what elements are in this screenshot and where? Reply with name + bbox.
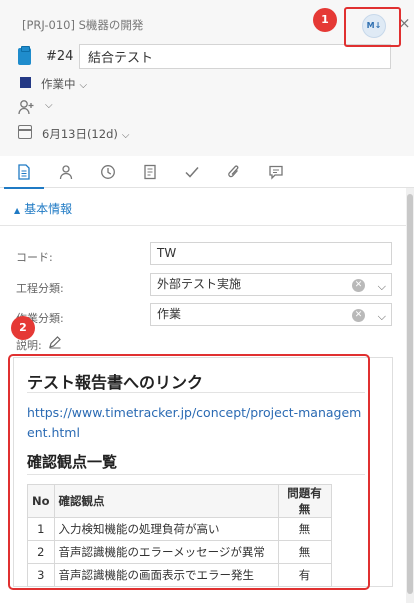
tab-comments[interactable] <box>256 156 296 188</box>
callout-box-2 <box>8 354 370 590</box>
paperclip-icon <box>228 165 239 178</box>
section-toggle-basic-info[interactable]: ▲ 基本情報 <box>14 200 72 217</box>
task-name-input[interactable] <box>79 44 391 69</box>
check-icon <box>185 167 199 178</box>
task-clipboard-icon <box>18 46 31 65</box>
section-divider <box>0 225 406 226</box>
task-number: #24 <box>46 49 74 64</box>
tab-notes[interactable] <box>130 156 170 188</box>
calendar-icon <box>18 125 32 139</box>
process-value: 外部テスト実施 <box>157 277 242 291</box>
process-select[interactable]: 外部テスト実施 ✕ ⌵ <box>150 273 392 296</box>
work-select[interactable]: 作業 ✕ ⌵ <box>150 303 392 326</box>
code-value: TW <box>157 246 177 260</box>
section-title: 基本情報 <box>24 202 73 216</box>
notes-icon <box>144 164 156 180</box>
clear-icon[interactable]: ✕ <box>352 309 365 322</box>
add-assignee-icon[interactable] <box>18 99 36 115</box>
tab-members[interactable] <box>46 156 86 188</box>
chevron-down-icon[interactable]: ⌵ <box>378 306 386 327</box>
clock-icon <box>101 165 115 179</box>
tab-document[interactable] <box>4 156 44 189</box>
work-value: 作業 <box>157 307 182 321</box>
date-label: 6月13日(12d) <box>42 127 118 141</box>
chevron-down-icon[interactable]: ⌵ <box>45 100 53 111</box>
status-dropdown[interactable]: 作業中 ⌵ <box>41 76 87 92</box>
edit-icon[interactable] <box>48 335 62 353</box>
callout-badge-1: 1 <box>313 8 337 32</box>
person-icon <box>59 165 73 180</box>
callout-badge-2: 2 <box>11 316 35 340</box>
chevron-up-icon: ▲ <box>14 206 21 215</box>
tab-time[interactable] <box>88 156 128 188</box>
code-label: コード: <box>16 251 53 264</box>
tab-checklist[interactable] <box>172 156 212 188</box>
project-name[interactable]: [PRJ-010] S機器の開発 <box>22 17 143 33</box>
scrollbar-thumb[interactable] <box>407 194 413 594</box>
status-label: 作業中 <box>41 77 76 91</box>
chevron-down-icon[interactable]: ⌵ <box>378 276 386 297</box>
code-field[interactable]: TW <box>150 242 392 265</box>
clear-icon[interactable]: ✕ <box>352 279 365 292</box>
status-color-swatch <box>20 77 31 88</box>
comment-icon <box>269 165 283 180</box>
process-label: 工程分類: <box>16 282 64 295</box>
date-dropdown[interactable]: 6月13日(12d) ⌵ <box>42 126 129 142</box>
chevron-down-icon: ⌵ <box>121 130 130 141</box>
chevron-down-icon: ⌵ <box>79 80 88 91</box>
callout-box-1 <box>344 7 401 47</box>
tab-attachments[interactable] <box>214 156 254 188</box>
document-icon <box>18 164 30 180</box>
tab-bar <box>0 156 414 189</box>
